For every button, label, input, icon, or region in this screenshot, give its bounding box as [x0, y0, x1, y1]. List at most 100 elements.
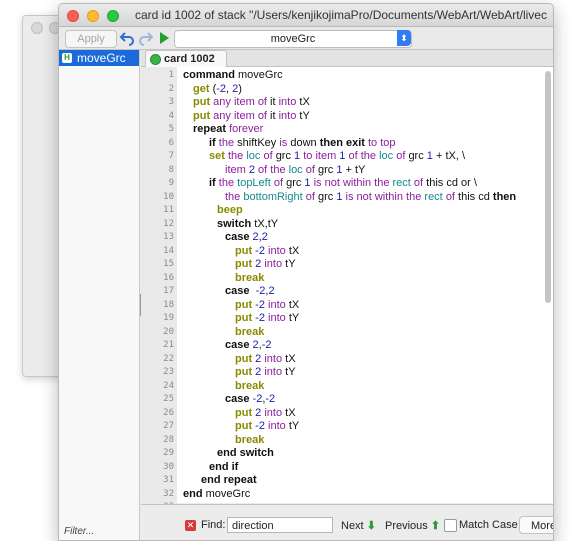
code-token: tY [299, 109, 310, 122]
code-token: into [268, 420, 289, 432]
code-token: of [305, 163, 318, 176]
code-line: case -2,-2 [225, 393, 275, 407]
code-token: 2 [255, 352, 265, 365]
script-text[interactable]: command moveGrc get (-2, 2) put any item o… [183, 67, 539, 503]
find-close-icon[interactable]: ✕ [185, 520, 196, 531]
code-token: is [345, 190, 357, 203]
code-token: to [367, 136, 381, 149]
code-line: get (-2, 2) [193, 83, 242, 97]
match-case-label: Match Case [459, 519, 518, 531]
code-token: forever [229, 123, 264, 135]
line-number: 23 [163, 367, 174, 377]
code-token: put [235, 406, 256, 419]
code-token: the [227, 150, 247, 162]
code-token: beep [217, 204, 243, 216]
code-token: item [233, 109, 258, 122]
line-number: 2 [168, 83, 174, 94]
code-token: of [257, 109, 271, 122]
code-token: 2 [255, 366, 265, 378]
arrow-up-icon: ⬆ [430, 520, 441, 532]
more-button[interactable]: More [519, 516, 553, 534]
code-token: break [235, 379, 265, 392]
vertical-scrollbar[interactable] [545, 71, 551, 303]
apply-button[interactable]: Apply [65, 30, 117, 48]
code-token: rect [424, 190, 446, 203]
line-number: 31 [163, 475, 174, 485]
handler-type-badge: H [62, 53, 72, 63]
code-token: 1 [426, 150, 436, 162]
line-number: 30 [163, 461, 174, 472]
undo-icon[interactable] [119, 30, 135, 46]
line-number: 16 [163, 272, 174, 283]
code-line: end repeat [201, 474, 257, 488]
run-icon[interactable] [156, 30, 172, 46]
code-token: the [225, 190, 244, 203]
code-token: repeat [223, 474, 257, 486]
code-token: break [235, 325, 265, 338]
code-token: into [268, 298, 289, 311]
code-token: item [315, 150, 340, 162]
redo-icon[interactable] [138, 30, 154, 46]
code-token: the [270, 163, 289, 176]
code-token: is [313, 177, 325, 189]
code-token: put [193, 96, 214, 108]
code-token: put [235, 352, 256, 365]
previous-label: Previous [385, 520, 428, 532]
title-bar[interactable]: card id 1002 of stack "/Users/kenjikojim… [59, 4, 553, 27]
code-token: not [356, 190, 375, 203]
code-line: repeat forever [193, 123, 263, 137]
code-token: of [445, 190, 459, 203]
script-editor-window: card id 1002 of stack "/Users/kenjikojim… [58, 3, 554, 541]
code-token: shiftKey [237, 136, 280, 149]
tab-card-1002[interactable]: card 1002 [145, 50, 227, 67]
code-token: top [380, 136, 396, 149]
code-line: break [235, 380, 264, 394]
code-token: into [278, 109, 300, 122]
code-token: within [342, 177, 375, 189]
sidebar-item-movegrc[interactable]: H moveGrc [59, 50, 139, 66]
next-button[interactable]: Next ⬇ [341, 519, 376, 532]
code-token: end [183, 487, 206, 500]
line-number: 1 [168, 70, 174, 80]
match-case-checkbox[interactable] [444, 519, 457, 532]
code-token: of [263, 150, 276, 162]
find-input[interactable]: direction [227, 517, 333, 533]
code-token: not [324, 177, 343, 189]
code-token: the [360, 150, 380, 162]
line-number: 14 [163, 245, 174, 256]
code-line: put 2 into tY [235, 258, 296, 272]
find-label: Find: [201, 519, 226, 531]
code-line: put 2 into tY [235, 366, 296, 380]
line-number: 24 [163, 380, 174, 391]
code-token: down [290, 136, 320, 149]
line-number: 10 [163, 191, 174, 202]
code-token: into [268, 312, 289, 324]
zoom-window-button[interactable] [107, 10, 119, 22]
code-token: into [264, 406, 286, 419]
code-token: the [374, 177, 393, 189]
code-token: tY [285, 258, 296, 270]
toolbar: Apply moveGrc ⬍ [59, 27, 553, 50]
code-token: of [273, 177, 287, 189]
previous-button[interactable]: Previous ⬆ [385, 519, 440, 532]
close-window-button[interactable] [67, 10, 79, 22]
code-line: if the shiftKey is down then exit to top [209, 137, 396, 151]
code-token: repeat [193, 123, 230, 135]
handler-select[interactable]: moveGrc ⬍ [174, 30, 412, 48]
arrow-down-icon: ⬇ [366, 520, 376, 532]
code-token: tX [285, 352, 296, 365]
code-line: put -2 into tX [235, 299, 299, 313]
code-token: if [209, 177, 219, 189]
code-token: put [193, 109, 214, 122]
code-token: case [225, 393, 253, 405]
code-token: grc [275, 150, 295, 162]
code-token: to [303, 150, 316, 162]
minimize-window-button[interactable] [87, 10, 99, 22]
filter-input[interactable]: Filter... [64, 526, 94, 537]
code-token: switch [239, 447, 274, 459]
code-editor[interactable]: 1 2 3 4 5 6 7 8 9 10 11 12 13 14 15 16 17 18 19 20 21 22 23 24 2… [141, 67, 553, 512]
code-token: -2 [255, 285, 266, 297]
code-token: any [213, 96, 234, 108]
code-token: -2 [255, 420, 269, 432]
code-line: put 2 into tX [235, 407, 296, 421]
